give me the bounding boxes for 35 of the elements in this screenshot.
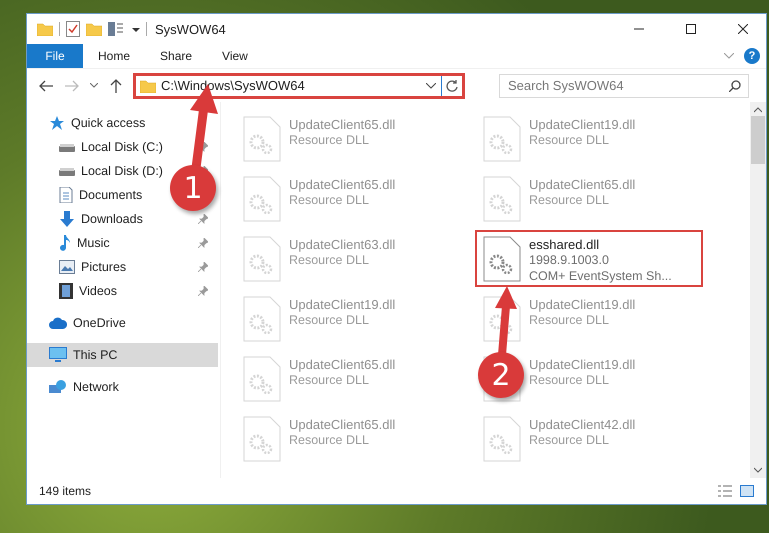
sidebar-item[interactable]: Music [77, 236, 110, 250]
file-detail: Resource DLL [529, 372, 610, 388]
sidebar-item[interactable]: OneDrive [27, 311, 218, 335]
file-detail: Resource DLL [289, 132, 370, 148]
file-detail: Resource DLL [289, 252, 370, 268]
ribbon-tab[interactable]: View [207, 44, 263, 68]
file-detail: Resource DLL [529, 132, 610, 148]
file-detail: Resource DLL [529, 192, 610, 208]
file-menu-button[interactable]: File [27, 44, 83, 68]
sidebar-item[interactable]: Downloads [81, 212, 143, 226]
search-field[interactable]: Search SysWOW64 [499, 74, 749, 98]
sidebar-item[interactable]: Videos [79, 284, 117, 298]
file-detail: Resource DLL [289, 432, 370, 448]
file-name: esshared.dll [529, 237, 600, 252]
file-tile[interactable]: esshared.dll 1998.9.1003.0 COM+ EventSystem Sh... [475, 230, 703, 287]
sidebar-item[interactable]: Pictures [81, 260, 126, 274]
item-count: 149 items [39, 484, 92, 498]
window-title: SysWOW64 [155, 22, 227, 36]
sidebar-item[interactable]: Local Disk (C:) [81, 140, 163, 154]
file-detail: COM+ EventSystem Sh... [529, 268, 672, 284]
sidebar-item[interactable]: This PC [27, 343, 218, 367]
file-detail: 1998.9.1003.0 [529, 252, 610, 268]
help-button[interactable]: ? [744, 48, 760, 64]
sidebar-item[interactable]: Quick access [27, 111, 218, 135]
file-detail: Resource DLL [289, 372, 370, 388]
sidebar-item[interactable]: Local Disk (D:) [81, 164, 163, 178]
sidebar-item[interactable]: Network [27, 375, 218, 399]
file-detail: Resource DLL [529, 432, 610, 448]
ribbon-tab[interactable]: Home [83, 44, 146, 68]
address-bar[interactable]: C:\Windows\SysWOW64 [133, 72, 465, 98]
file-detail: Resource DLL [529, 312, 610, 328]
file-detail: Resource DLL [289, 192, 370, 208]
sidebar-item[interactable]: Documents [79, 188, 142, 202]
file-detail: Resource DLL [289, 312, 370, 328]
ribbon-tab[interactable]: Share [145, 44, 208, 68]
